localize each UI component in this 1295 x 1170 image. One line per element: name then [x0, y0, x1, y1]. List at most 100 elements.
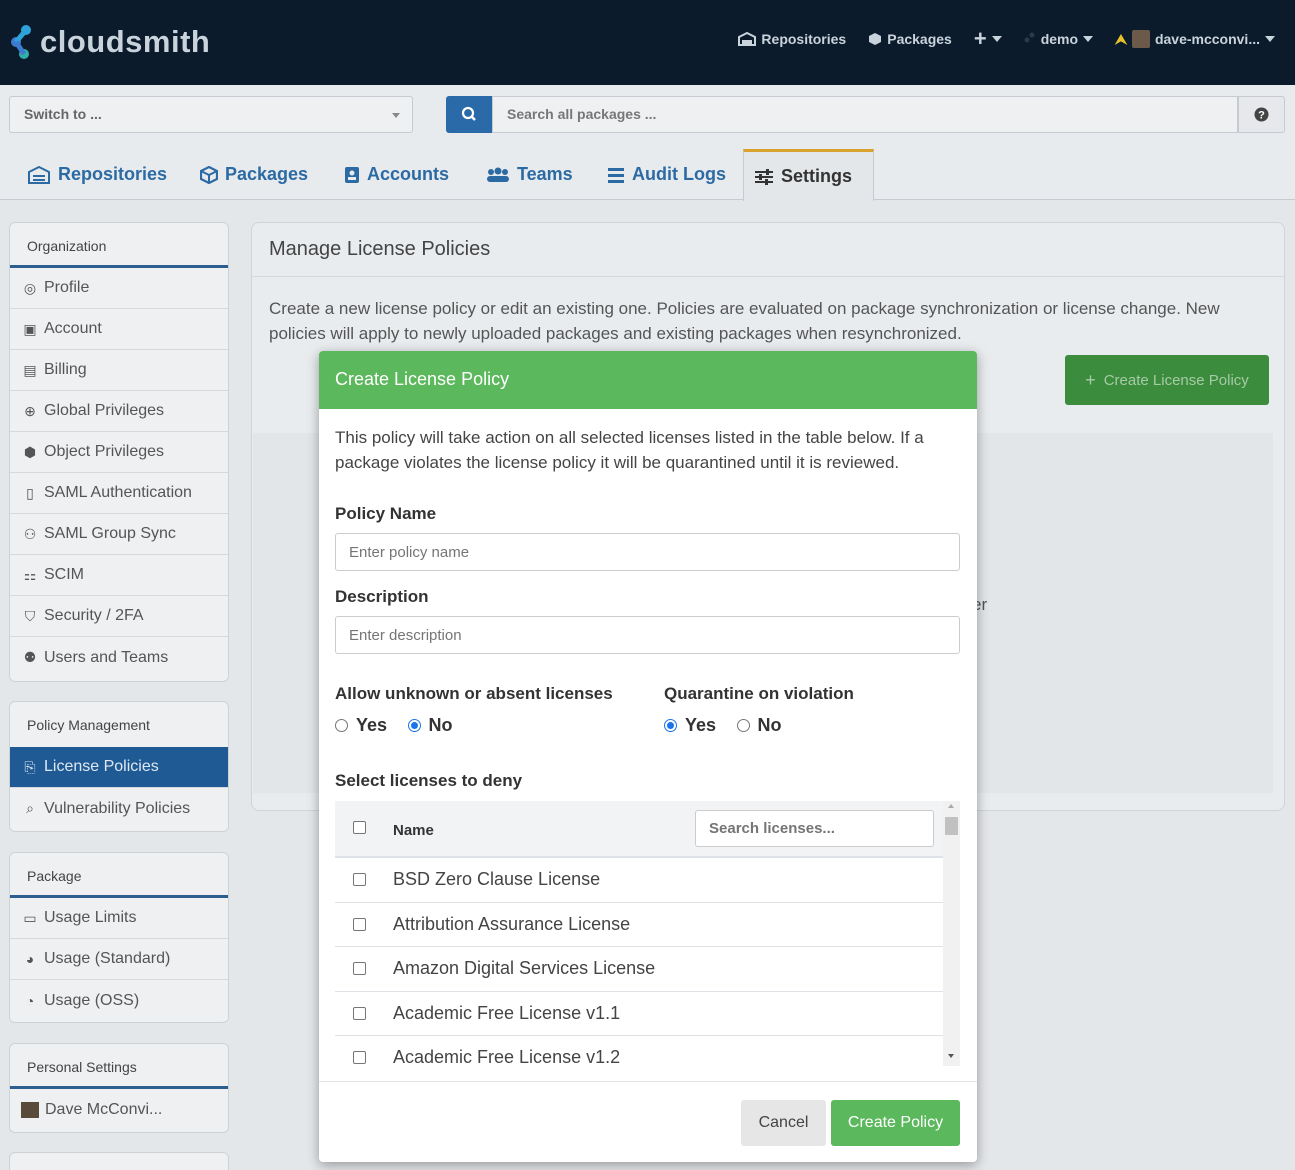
- allow-unknown-yes-radio[interactable]: [335, 719, 348, 732]
- sidebar-item-billing[interactable]: ▤ Billing: [10, 350, 228, 391]
- sidebar-item-profile[interactable]: ◎ Profile: [10, 268, 228, 309]
- sidebar-item-saml-group-sync[interactable]: ⚇ SAML Group Sync: [10, 514, 228, 555]
- user-menu[interactable]: ⮝ dave-mcconvi...: [1115, 30, 1275, 48]
- quarantine-label: Quarantine on violation: [664, 684, 854, 703]
- topnav-repositories[interactable]: Repositories: [738, 31, 846, 47]
- warehouse-icon: [28, 165, 50, 184]
- table-row[interactable]: Attribution Assurance License: [335, 903, 943, 947]
- battery-icon: ▭: [23, 909, 37, 926]
- search-packages-input[interactable]: Search all packages ...: [492, 96, 1238, 133]
- user-label: dave-mcconvi...: [1154, 31, 1260, 47]
- sidebar-item-usage-oss[interactable]: ◔ Usage (OSS): [10, 980, 228, 1021]
- sidebar-item-users-and-teams[interactable]: ⚉ Users and Teams: [10, 637, 228, 678]
- create-policy-button[interactable]: Create Policy: [831, 1100, 960, 1146]
- select-all-checkbox[interactable]: [353, 821, 366, 834]
- sidebar-organization: Organization ◎ Profile ▣ Account ▤ Billing …: [9, 222, 229, 682]
- add-menu[interactable]: +: [974, 28, 1002, 50]
- license-name: Academic Free License v1.2: [393, 1047, 621, 1066]
- tab-settings[interactable]: Settings: [743, 149, 874, 201]
- sidebar-item-usage-limits[interactable]: ▭ Usage Limits: [10, 898, 228, 939]
- sidebar-item-label: Usage Limits: [44, 909, 137, 926]
- sidebar-item-label: Dave McConvi...: [45, 1100, 163, 1118]
- sidebar-item-object-privileges[interactable]: ⬢ Object Privileges: [10, 432, 228, 473]
- tab-repositories-label: Repositories: [58, 164, 168, 184]
- sidebar-item-scim[interactable]: ⚏ SCIM: [10, 555, 228, 596]
- tab-teams[interactable]: Teams: [476, 149, 583, 200]
- tab-audit-logs[interactable]: Audit Logs: [597, 149, 736, 200]
- tab-repositories[interactable]: Repositories: [17, 149, 177, 200]
- search-bug-icon: ⌕: [26, 800, 34, 816]
- sidebar-item-user-profile[interactable]: Dave McConvi...: [10, 1089, 228, 1130]
- row-checkbox[interactable]: [353, 962, 366, 975]
- licenses-scrollbar[interactable]: [943, 801, 960, 1066]
- row-checkbox[interactable]: [353, 917, 366, 931]
- quarantine-yes-radio[interactable]: [664, 719, 677, 732]
- cancel-button[interactable]: Cancel: [741, 1100, 826, 1146]
- scroll-up-arrow[interactable]: [948, 804, 954, 808]
- sidebar-item-license-policies[interactable]: ⎘ License Policies: [10, 747, 228, 788]
- allow-unknown-label: Allow unknown or absent licenses: [335, 684, 613, 703]
- sidebar-item-saml-authentication[interactable]: ▯ SAML Authentication: [10, 473, 228, 514]
- tab-teams-label: Teams: [517, 164, 573, 184]
- workspace-icon: [1024, 32, 1035, 43]
- licenses-table-header: Name: [335, 801, 943, 858]
- tab-audit-logs-label: Audit Logs: [632, 164, 726, 184]
- page-description: Create a new license policy or edit an e…: [269, 299, 1220, 343]
- license-name: BSD Zero Clause License: [393, 869, 601, 889]
- sidebar-item-label: Users and Teams: [44, 648, 169, 666]
- quarantine-yes-label: Yes: [685, 715, 717, 735]
- sidebar-item-usage-standard[interactable]: ◕ Usage (Standard): [10, 939, 228, 980]
- switch-to-select[interactable]: Switch to ...: [9, 96, 413, 133]
- tab-packages[interactable]: Packages: [190, 149, 318, 200]
- allow-unknown-no-radio[interactable]: [407, 719, 421, 732]
- top-nav-links: Repositories Packages + demo ⮝ dave-mcco…: [738, 28, 1275, 50]
- table-row[interactable]: Amazon Digital Services License: [335, 947, 943, 992]
- topnav-packages[interactable]: Packages: [868, 31, 952, 47]
- cloudsmith-logo[interactable]: cloudsmith: [10, 24, 210, 60]
- table-row[interactable]: BSD Zero Clause License: [335, 858, 943, 903]
- row-checkbox[interactable]: [353, 873, 366, 886]
- sidebar-item-global-privileges[interactable]: ⊕ Global Privileges: [10, 391, 228, 432]
- quarantine-options: Yes No: [664, 715, 854, 736]
- search-licenses-input[interactable]: [695, 810, 934, 847]
- row-checkbox[interactable]: [353, 1006, 366, 1020]
- description-input[interactable]: [335, 616, 960, 654]
- sidebar-item-label: Usage (Standard): [44, 950, 171, 967]
- row-checkbox[interactable]: [353, 1051, 366, 1064]
- globe-icon: ⊕: [24, 402, 36, 419]
- modal-body: This policy will take action on all sele…: [335, 409, 961, 654]
- license-name: Attribution Assurance License: [393, 913, 631, 934]
- sliders-icon: [755, 168, 773, 185]
- sidebar-item-label: SAML Group Sync: [44, 525, 176, 542]
- sidebar-organization-title: Organization: [10, 223, 228, 268]
- workspace-menu[interactable]: demo: [1024, 31, 1094, 47]
- create-license-policy-button[interactable]: + Create License Policy: [1065, 355, 1269, 405]
- table-row[interactable]: Academic Free License v1.2: [335, 1036, 943, 1066]
- sidebar-item-security[interactable]: ⛉ Security / 2FA: [10, 596, 228, 637]
- sidebar-item-vulnerability-policies[interactable]: ⌕ Vulnerability Policies: [10, 788, 228, 829]
- modal-title: Create License Policy: [319, 351, 977, 409]
- sidebar-package-title: Package: [10, 853, 228, 898]
- scroll-thumb[interactable]: [945, 817, 958, 835]
- quarantine-no-radio[interactable]: [736, 719, 750, 732]
- create-license-policy-modal: Create License Policy This policy will t…: [319, 351, 977, 1162]
- search-button[interactable]: [446, 96, 492, 133]
- sidebar-item-account[interactable]: ▣ Account: [10, 309, 228, 350]
- table-row[interactable]: Academic Free License v1.1: [335, 992, 943, 1036]
- column-header-name: Name: [393, 822, 434, 839]
- sidebar-item-label: License Policies: [44, 758, 159, 775]
- tab-settings-label: Settings: [781, 166, 853, 186]
- chevron-down-icon: [1265, 36, 1275, 42]
- policy-name-input[interactable]: [335, 533, 960, 571]
- sidebar-item-label: Profile: [44, 279, 90, 296]
- scroll-down-arrow[interactable]: [948, 1054, 954, 1058]
- modal-intro: This policy will take action on all sele…: [335, 428, 924, 472]
- help-button[interactable]: ?: [1238, 96, 1285, 133]
- quarantine-no-label: No: [757, 715, 782, 735]
- switch-to-placeholder: Switch to ...: [24, 106, 102, 122]
- tab-accounts[interactable]: Accounts: [334, 149, 459, 200]
- search-packages-placeholder: Search all packages ...: [507, 106, 657, 122]
- sidebar-item-label: SAML Authentication: [44, 484, 192, 501]
- sidebar-item-label: Account: [44, 320, 102, 337]
- sidebar-policy-title: Policy Management: [27, 717, 150, 733]
